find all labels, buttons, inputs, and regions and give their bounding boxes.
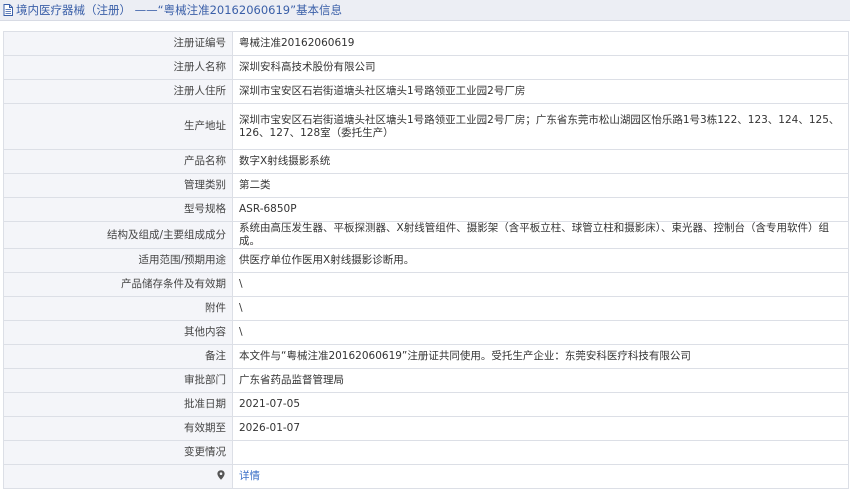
details-row: 详情 <box>3 464 849 489</box>
table-row: 有效期至 2026-01-07 <box>3 416 849 441</box>
page-title: 境内医疗器械（注册） ——“粤械注准20162060619”基本信息 <box>16 3 343 17</box>
location-pin-icon <box>217 470 225 480</box>
table-row: 产品储存条件及有效期 \ <box>3 272 849 297</box>
details-row-value: 详情 <box>232 464 849 489</box>
row-label: 注册证编号 <box>3 31 233 56</box>
row-label: 生产地址 <box>3 103 233 150</box>
row-label: 产品储存条件及有效期 <box>3 272 233 297</box>
row-label: 批准日期 <box>3 392 233 417</box>
table-row: 管理类别 第二类 <box>3 173 849 198</box>
row-value: 深圳市宝安区石岩街道塘头社区塘头1号路领亚工业园2号厂房；广东省东莞市松山湖园区… <box>232 103 849 150</box>
table-row: 型号规格 ASR-6850P <box>3 197 849 222</box>
row-value: 粤械注准20162060619 <box>232 31 849 56</box>
row-value: 供医疗单位作医用X射线摄影诊断用。 <box>232 248 849 273</box>
table-row: 结构及组成/主要组成成分 系统由高压发生器、平板探测器、X射线管组件、摄影架（含… <box>3 221 849 249</box>
table-row: 注册人住所 深圳市宝安区石岩街道塘头社区塘头1号路领亚工业园2号厂房 <box>3 79 849 104</box>
table-row: 其他内容 \ <box>3 320 849 345</box>
row-label: 产品名称 <box>3 149 233 174</box>
details-row-label <box>3 464 233 489</box>
row-value: 广东省药品监督管理局 <box>232 368 849 393</box>
document-icon <box>3 4 13 16</box>
table-row: 生产地址 深圳市宝安区石岩街道塘头社区塘头1号路领亚工业园2号厂房；广东省东莞市… <box>3 103 849 150</box>
row-label: 变更情况 <box>3 440 233 465</box>
row-label: 型号规格 <box>3 197 233 222</box>
row-value: 本文件与“粤械注准20162060619”注册证共同使用。受托生产企业：东莞安科… <box>232 344 849 369</box>
row-value: 2026-01-07 <box>232 416 849 441</box>
row-label: 附件 <box>3 296 233 321</box>
details-link[interactable]: 详情 <box>239 470 260 482</box>
row-label: 有效期至 <box>3 416 233 441</box>
table-row: 产品名称 数字X射线摄影系统 <box>3 149 849 174</box>
row-label: 审批部门 <box>3 368 233 393</box>
table-row: 注册证编号 粤械注准20162060619 <box>3 31 849 56</box>
row-label: 其他内容 <box>3 320 233 345</box>
table-row: 注册人名称 深圳安科高技术股份有限公司 <box>3 55 849 80</box>
row-value: \ <box>232 272 849 297</box>
row-label: 适用范围/预期用途 <box>3 248 233 273</box>
row-value: 第二类 <box>232 173 849 198</box>
row-label: 注册人名称 <box>3 55 233 80</box>
row-value: 深圳安科高技术股份有限公司 <box>232 55 849 80</box>
info-table: 注册证编号 粤械注准20162060619 注册人名称 深圳安科高技术股份有限公… <box>3 31 849 489</box>
table-row: 适用范围/预期用途 供医疗单位作医用X射线摄影诊断用。 <box>3 248 849 273</box>
row-value: 系统由高压发生器、平板探测器、X射线管组件、摄影架（含平板立柱、球管立柱和摄影床… <box>232 221 849 249</box>
row-value: \ <box>232 296 849 321</box>
row-value: ASR-6850P <box>232 197 849 222</box>
row-value <box>232 440 849 465</box>
page-title-bar: 境内医疗器械（注册） ——“粤械注准20162060619”基本信息 <box>0 0 850 21</box>
row-label: 管理类别 <box>3 173 233 198</box>
row-label: 注册人住所 <box>3 79 233 104</box>
row-value: 2021-07-05 <box>232 392 849 417</box>
table-row: 审批部门 广东省药品监督管理局 <box>3 368 849 393</box>
row-label: 结构及组成/主要组成成分 <box>3 221 233 249</box>
table-row: 附件 \ <box>3 296 849 321</box>
table-row: 变更情况 <box>3 440 849 465</box>
row-value: 数字X射线摄影系统 <box>232 149 849 174</box>
row-value: \ <box>232 320 849 345</box>
table-row: 批准日期 2021-07-05 <box>3 392 849 417</box>
row-label: 备注 <box>3 344 233 369</box>
table-row: 备注 本文件与“粤械注准20162060619”注册证共同使用。受托生产企业：东… <box>3 344 849 369</box>
row-value: 深圳市宝安区石岩街道塘头社区塘头1号路领亚工业园2号厂房 <box>232 79 849 104</box>
